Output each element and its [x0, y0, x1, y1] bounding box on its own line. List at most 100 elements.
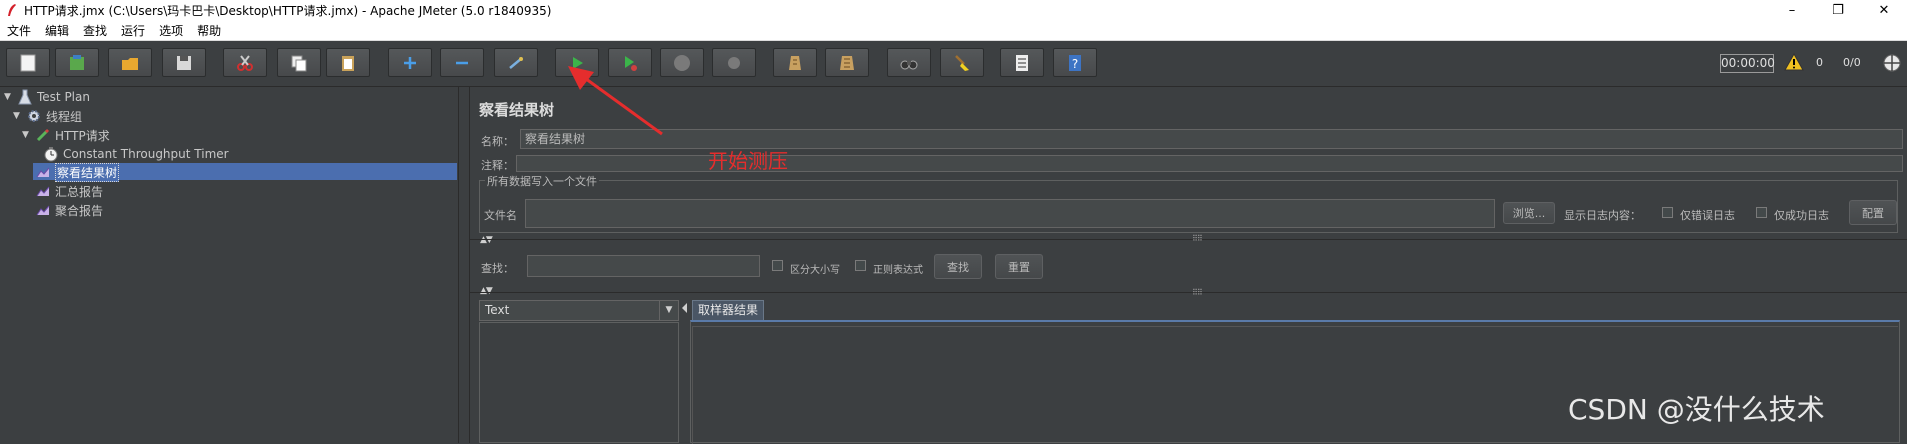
tree-item-thread-group[interactable]: ▼ 线程组: [13, 107, 82, 125]
title-bar: HTTP请求.jmx (C:\Users\玛卡巴卡\Desktop\HTTP请求…: [0, 0, 1907, 20]
comment-label: 注释：: [481, 159, 514, 172]
minimize-button[interactable]: –: [1769, 0, 1815, 20]
renderer-select[interactable]: Text ▼: [479, 300, 679, 321]
tree-item-label: HTTP请求: [55, 128, 110, 143]
copy-button[interactable]: [277, 48, 321, 77]
paste-button[interactable]: [326, 48, 370, 77]
pipette-icon: [35, 127, 51, 143]
save-icon: [177, 55, 191, 70]
menu-search[interactable]: 查找: [76, 22, 114, 39]
clear-all-icon: [840, 55, 854, 70]
split-left-arrow-icon[interactable]: [681, 302, 689, 314]
templates-button[interactable]: [55, 48, 99, 77]
tree-item-summary-report[interactable]: 汇总报告: [35, 182, 103, 200]
tree-item-label: 聚合报告: [55, 203, 104, 218]
window-title: HTTP请求.jmx (C:\Users\玛卡巴卡\Desktop\HTTP请求…: [24, 3, 552, 18]
case-sensitive-checkbox[interactable]: [772, 260, 783, 271]
remote-globe-icon[interactable]: [1882, 53, 1902, 76]
collapse-arrow-icon[interactable]: ▼: [22, 130, 32, 140]
stop-icon: [674, 54, 690, 71]
clear-all-button[interactable]: [825, 48, 869, 77]
clear-button[interactable]: [773, 48, 817, 77]
collapse-section-arrows[interactable]: ▲▼: [480, 286, 493, 296]
save-button[interactable]: [162, 48, 206, 77]
toggle-icon: [509, 56, 523, 69]
case-sensitive-label: 区分大小写: [790, 265, 840, 276]
collapse-all-button[interactable]: [440, 48, 484, 77]
clear-icon: [789, 55, 801, 70]
browse-button[interactable]: 浏览...: [1503, 202, 1555, 224]
menu-run[interactable]: 运行: [114, 22, 152, 39]
reset-button[interactable]: 重置: [995, 254, 1043, 279]
panel-title: 察看结果树: [479, 101, 555, 119]
annotation-text: 开始测压: [708, 149, 788, 173]
tab-sampler-result[interactable]: 取样器结果: [692, 300, 764, 320]
expand-all-button[interactable]: [388, 48, 432, 77]
errors-only-checkbox[interactable]: [1662, 207, 1673, 218]
new-button[interactable]: [6, 48, 50, 77]
tree-item-label: 察看结果树: [55, 162, 120, 182]
help-button[interactable]: ?: [1053, 48, 1097, 77]
tree-item-constant-throughput-timer[interactable]: Constant Throughput Timer: [43, 145, 229, 163]
reset-search-button[interactable]: [940, 48, 984, 77]
warning-icon[interactable]: [1784, 52, 1804, 74]
search-button[interactable]: [887, 48, 931, 77]
results-splitter[interactable]: [680, 300, 688, 443]
divider-grip[interactable]: ⠿⠿: [1192, 234, 1203, 243]
chart-icon: [35, 164, 51, 180]
success-only-checkbox[interactable]: [1756, 207, 1767, 218]
find-button[interactable]: 查找: [934, 254, 982, 279]
sampler-result-list[interactable]: [479, 322, 679, 443]
menu-help[interactable]: 帮助: [190, 22, 228, 39]
menu-options[interactable]: 选项: [152, 22, 190, 39]
function-helper-icon: [1016, 54, 1028, 71]
shutdown-icon: [728, 56, 740, 69]
write-to-file-group-title: 所有数据写入一个文件: [485, 173, 599, 189]
tree-item-test-plan[interactable]: ▼ Test Plan: [4, 88, 90, 106]
divider-grip[interactable]: ⠿⠿: [1192, 288, 1203, 297]
tree-item-http-request[interactable]: ▼ HTTP请求: [22, 126, 110, 144]
menu-edit[interactable]: 编辑: [38, 22, 76, 39]
cut-icon: [237, 54, 253, 71]
binoculars-icon: [900, 60, 918, 69]
success-only-label: 仅成功日志: [1774, 209, 1829, 222]
search-field[interactable]: [527, 255, 760, 277]
search-label: 查找：: [481, 262, 514, 275]
section-divider: [470, 292, 1907, 293]
tree-item-label: Test Plan: [37, 90, 90, 104]
paste-icon: [342, 55, 354, 71]
collapse-arrow-icon[interactable]: ▼: [13, 111, 23, 121]
restore-button[interactable]: ❐: [1815, 0, 1861, 20]
shutdown-button[interactable]: [712, 48, 756, 77]
renderer-selected-value: Text: [485, 303, 510, 317]
tree-item-label: 线程组: [46, 109, 83, 124]
tree-item-view-results-tree[interactable]: 察看结果树: [35, 162, 120, 182]
open-icon: [122, 57, 138, 70]
tree-item-aggregate-report[interactable]: 聚合报告: [35, 201, 103, 219]
filename-field[interactable]: [525, 199, 1495, 228]
csdn-watermark: CSDN @没什么技术: [1568, 393, 1825, 426]
plus-icon: [404, 56, 416, 69]
configure-button[interactable]: 配置: [1849, 200, 1897, 225]
menu-bar: 文件 编辑 查找 运行 选项 帮助: [0, 20, 1907, 41]
gear-icon: [26, 108, 42, 124]
collapse-arrow-icon[interactable]: ▼: [4, 92, 14, 102]
help-icon: ?: [1069, 54, 1081, 71]
function-helper-button[interactable]: [1000, 48, 1044, 77]
close-button[interactable]: ✕: [1861, 0, 1907, 20]
stopwatch-icon: [43, 146, 59, 162]
regex-checkbox[interactable]: [855, 260, 866, 271]
warning-count: 0: [1816, 56, 1823, 69]
cut-button[interactable]: [223, 48, 267, 77]
tree-panel-splitter[interactable]: [459, 87, 470, 443]
toolbar: ?: [0, 41, 1907, 87]
broom-icon: [955, 54, 969, 71]
open-button[interactable]: [108, 48, 152, 77]
menu-file[interactable]: 文件: [0, 22, 38, 39]
toggle-button[interactable]: [494, 48, 538, 77]
section-divider: [470, 239, 1907, 240]
regex-label: 正则表达式: [873, 265, 923, 276]
dropdown-arrow-icon[interactable]: ▼: [659, 301, 678, 320]
collapse-section-arrows[interactable]: ▲▼: [480, 235, 493, 245]
copy-icon: [291, 55, 307, 71]
